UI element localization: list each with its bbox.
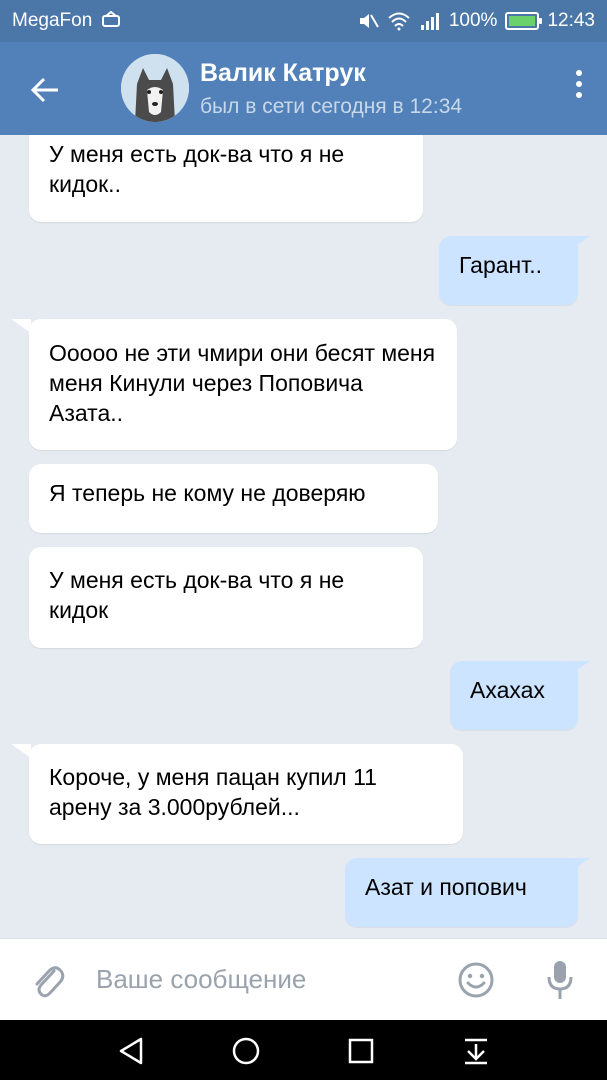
message-list[interactable]: У меня есть док-ва что я не кидок.. Гара…	[0, 135, 607, 938]
message-text: У меня есть док-ва что я не кидок	[49, 567, 345, 623]
microphone-icon[interactable]	[546, 959, 574, 1001]
circle-home-icon[interactable]	[229, 1034, 263, 1068]
pull-down-icon[interactable]	[459, 1034, 493, 1068]
message-text: Я теперь не кому не доверяю	[49, 480, 366, 506]
husky-avatar-icon	[121, 54, 189, 122]
system-nav-bar	[0, 1020, 607, 1080]
battery-percent: 100%	[448, 10, 498, 31]
message-text: Ахахах	[470, 677, 545, 703]
message-text: Короче, у меня пацан купил 11 арену за 3…	[49, 764, 377, 820]
wifi-icon	[388, 12, 410, 31]
message-text: Ооооо не эти чмири они бесят меня меня К…	[49, 340, 436, 426]
message-text: Азат и попович	[365, 874, 527, 900]
message-incoming[interactable]: Я теперь не кому не доверяю	[29, 464, 438, 533]
message-outgoing[interactable]: Азат и попович	[345, 858, 578, 927]
bubble-tail	[11, 319, 31, 333]
message-incoming[interactable]: У меня есть док-ва что я не кидок	[29, 547, 423, 648]
carrier-logo-icon	[102, 11, 120, 27]
contact-status: был в сети сегодня в 12:34	[200, 95, 463, 118]
message-outgoing[interactable]: Гарант..	[439, 236, 578, 305]
message-input[interactable]	[96, 957, 436, 1001]
message-incoming[interactable]: Короче, у меня пацан купил 11 арену за 3…	[29, 744, 463, 844]
message-text: У меня есть док-ва что я не кидок..	[49, 141, 345, 197]
message-outgoing[interactable]: Ахахах	[450, 661, 578, 730]
bubble-tail	[570, 858, 590, 872]
more-vertical-icon[interactable]	[573, 70, 585, 106]
composer	[0, 938, 607, 1020]
bubble-tail	[570, 236, 590, 250]
paperclip-icon[interactable]	[30, 961, 66, 1001]
contact-name[interactable]: Валик Катрук	[200, 59, 366, 88]
smiley-icon[interactable]	[457, 961, 495, 999]
avatar[interactable]	[121, 54, 189, 122]
carrier-label: MegaFon	[12, 10, 93, 31]
clock: 12:43	[547, 10, 595, 31]
battery-icon	[505, 12, 543, 30]
message-text: Гарант..	[459, 252, 543, 278]
message-incoming[interactable]: Ооооо не эти чмири они бесят меня меня К…	[29, 319, 457, 450]
signal-icon	[420, 13, 439, 30]
square-recent-icon[interactable]	[344, 1034, 378, 1068]
chat-header: Валик Катрук был в сети сегодня в 12:34	[0, 42, 607, 135]
mute-icon	[359, 14, 379, 28]
message-incoming[interactable]: У меня есть док-ва что я не кидок..	[29, 135, 423, 222]
status-bar: MegaFon 100% 12:43	[0, 0, 607, 42]
arrow-left-icon[interactable]	[22, 70, 62, 110]
bubble-tail	[570, 661, 590, 675]
triangle-back-icon[interactable]	[115, 1034, 149, 1068]
bubble-tail	[11, 744, 31, 758]
